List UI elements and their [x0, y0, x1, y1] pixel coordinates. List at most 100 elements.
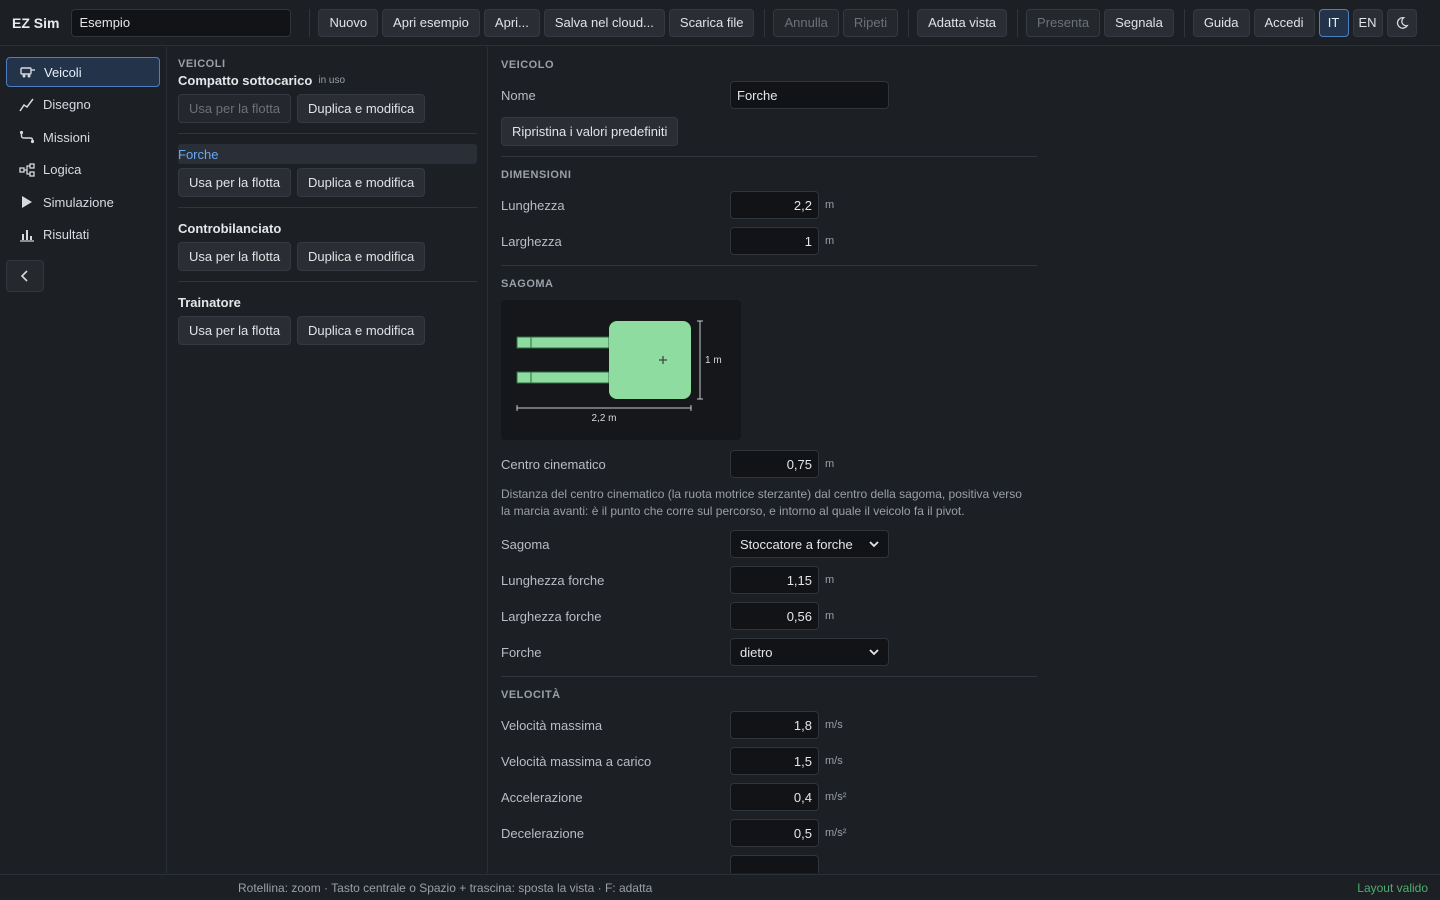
vehicle-name[interactable]: Controbilanciato	[178, 218, 477, 238]
chevron-down-icon	[869, 649, 879, 656]
use-for-fleet-button[interactable]: Usa per la flotta	[178, 242, 292, 271]
field-label: Velocità massima	[501, 717, 603, 733]
forks-position-select[interactable]: dietro	[730, 638, 889, 666]
duplicate-edit-button[interactable]: Duplica e modifica	[297, 316, 426, 345]
section-shape: SAGOMA 1 m 2,2 m Centro cinematico 0,75 …	[501, 266, 1037, 677]
chevron-left-icon	[20, 269, 28, 282]
toolbar-separator	[764, 8, 766, 37]
shape-preview: 1 m 2,2 m	[501, 300, 741, 440]
deceleration-input[interactable]	[730, 819, 819, 847]
main-nav: Veicoli Disegno Missioni Logica Simulazi…	[0, 47, 167, 873]
line-chart-icon	[18, 98, 36, 112]
length-dimension-line	[516, 405, 692, 411]
bar-chart-icon	[18, 228, 36, 242]
shape-select-value: Stoccatore a forche	[740, 536, 853, 552]
undo-button[interactable]: Annulla	[773, 8, 839, 37]
fit-view-button[interactable]: Adatta vista	[917, 8, 1008, 37]
length-input[interactable]	[730, 191, 819, 219]
nav-item-risultati[interactable]: Risultati	[6, 220, 160, 250]
section-vehicle: VEICOLO Nome Ripristina i valori predefi…	[501, 47, 1037, 157]
max-speed-input[interactable]	[730, 711, 819, 739]
unit-label: m/s²	[825, 791, 847, 803]
next-field-input[interactable]	[730, 855, 819, 873]
max-loaded-speed-input[interactable]	[730, 747, 819, 775]
use-for-fleet-button[interactable]: Usa per la flotta	[178, 168, 292, 197]
route-icon	[18, 130, 36, 144]
vehicle-name-input[interactable]	[730, 81, 889, 109]
nav-item-simulazione[interactable]: Simulazione	[6, 187, 160, 217]
nav-item-label: Logica	[43, 162, 82, 177]
theme-toggle-button[interactable]	[1386, 8, 1417, 37]
nav-item-label: Veicoli	[44, 64, 82, 80]
duplicate-edit-button[interactable]: Duplica e modifica	[297, 94, 426, 123]
vehicle-name[interactable]: Trainatore	[178, 292, 477, 312]
fork-tip-top	[516, 336, 532, 349]
nav-item-label: Risultati	[43, 227, 90, 242]
unit-label: m/s²	[825, 827, 847, 839]
shape-select[interactable]: Stoccatore a forche	[730, 530, 889, 558]
vehicle-icon	[19, 65, 37, 79]
open-button[interactable]: Apri...	[483, 8, 540, 37]
vehicle-card: Controbilanciato Usa per la flotta Dupli…	[178, 218, 477, 282]
field-label: Lunghezza	[501, 197, 565, 213]
top-toolbar: EZ Sim Nuovo Apri esempio Apri... Salva …	[0, 0, 1440, 46]
vehicle-name[interactable]: Compatto sottocarico in uso	[178, 70, 477, 90]
download-file-button[interactable]: Scarica file	[668, 8, 755, 37]
width-input[interactable]	[730, 227, 819, 255]
field-label: Centro cinematico	[501, 456, 606, 472]
open-example-button[interactable]: Apri esempio	[382, 8, 480, 37]
login-button[interactable]: Accedi	[1253, 8, 1315, 37]
section-title: SAGOMA	[501, 278, 554, 290]
nav-item-disegno[interactable]: Disegno	[6, 90, 160, 120]
nav-item-veicoli[interactable]: Veicoli	[6, 57, 160, 87]
toolbar-separator	[309, 8, 311, 37]
kinematic-center-input[interactable]	[730, 450, 819, 478]
project-name-input[interactable]	[71, 8, 292, 37]
unit-label: m/s	[825, 755, 843, 767]
vehicle-name-text: Forche	[178, 146, 219, 162]
new-button[interactable]: Nuovo	[318, 8, 379, 37]
fork-width-input[interactable]	[730, 602, 819, 630]
field-label: Accelerazione	[501, 789, 583, 805]
vehicle-body	[609, 321, 691, 399]
toolbar-separator	[1183, 8, 1185, 37]
preview-length-label: 2,2 m	[591, 413, 616, 424]
fork-tip-bottom	[516, 371, 532, 384]
toolbar-separator	[908, 8, 910, 37]
use-for-fleet-button[interactable]: Usa per la flotta	[178, 94, 292, 123]
use-for-fleet-button[interactable]: Usa per la flotta	[178, 316, 292, 345]
duplicate-edit-button[interactable]: Duplica e modifica	[297, 242, 426, 271]
nav-item-logica[interactable]: Logica	[6, 155, 160, 185]
vehicle-name-text: Compatto sottocarico	[178, 72, 313, 88]
kinematic-center-help: Distanza del centro cinematico (la ruota…	[501, 487, 1022, 518]
preview-width-label: 1 m	[705, 355, 722, 366]
unit-label: m	[825, 574, 835, 586]
field-label: Larghezza	[501, 233, 562, 249]
unit-label: m	[825, 199, 835, 211]
present-button[interactable]: Presenta	[1026, 8, 1101, 37]
nav-item-missioni[interactable]: Missioni	[6, 122, 160, 152]
unit-label: m	[825, 458, 835, 470]
moon-icon	[1396, 16, 1409, 29]
help-button[interactable]: Guida	[1192, 8, 1250, 37]
save-cloud-button[interactable]: Salva nel cloud...	[543, 8, 665, 37]
toolbar-separator	[1017, 8, 1019, 37]
acceleration-input[interactable]	[730, 783, 819, 811]
lang-en-button[interactable]: EN	[1352, 8, 1383, 37]
report-button[interactable]: Segnala	[1104, 8, 1174, 37]
fork-length-input[interactable]	[730, 566, 819, 594]
vehicle-card: Trainatore Usa per la flotta Duplica e m…	[178, 292, 477, 355]
field-label: Larghezza forche	[501, 608, 602, 624]
field-label: Velocità massima a carico	[501, 753, 652, 769]
duplicate-edit-button[interactable]: Duplica e modifica	[297, 168, 426, 197]
field-label: Sagoma	[501, 536, 550, 552]
nav-item-label: Disegno	[43, 97, 91, 112]
forks-select-value: dietro	[740, 644, 773, 660]
vehicle-name[interactable]: Forche	[178, 144, 477, 164]
lang-it-button[interactable]: IT	[1318, 8, 1349, 37]
collapse-sidebar-button[interactable]	[6, 259, 44, 292]
shape-preview-drawing: 1 m 2,2 m	[516, 320, 722, 424]
redo-button[interactable]: Ripeti	[842, 8, 899, 37]
reset-defaults-button[interactable]: Ripristina i valori predefiniti	[501, 117, 679, 146]
status-bar: Rotellina: zoom · Tasto centrale o Spazi…	[0, 874, 1440, 900]
